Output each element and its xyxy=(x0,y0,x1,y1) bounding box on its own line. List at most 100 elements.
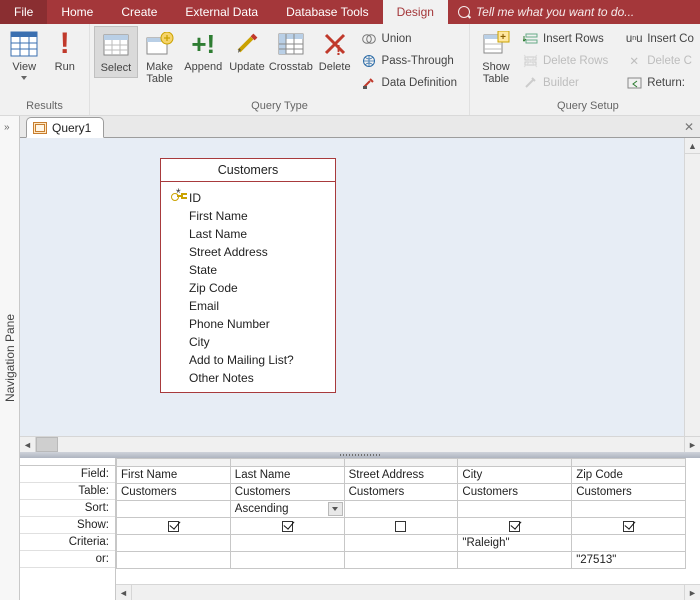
maketable-button[interactable]: Make Table xyxy=(138,26,182,88)
column-selector[interactable] xyxy=(117,459,231,467)
tellme-box[interactable]: Tell me what you want to do... xyxy=(448,0,700,24)
checkbox[interactable] xyxy=(282,521,293,532)
view-button[interactable]: View xyxy=(4,26,45,83)
table-field-item[interactable]: Street Address xyxy=(161,243,335,261)
column-selector[interactable] xyxy=(458,459,572,467)
checkbox[interactable] xyxy=(623,521,634,532)
update-button[interactable]: Update xyxy=(225,26,269,76)
select-query-button[interactable]: Select xyxy=(94,26,138,78)
tab-external-data[interactable]: External Data xyxy=(171,0,272,24)
checkbox[interactable] xyxy=(509,521,520,532)
ribbon-group-querytype: Select Make Table +! Append Update Cross… xyxy=(90,24,470,115)
scroll-right-icon[interactable]: ► xyxy=(684,437,700,452)
group-label-querysetup: Query Setup xyxy=(470,98,700,115)
scroll-up-icon[interactable]: ▲ xyxy=(685,138,700,154)
table-field-item[interactable]: Add to Mailing List? xyxy=(161,351,335,369)
table-field-item[interactable]: Phone Number xyxy=(161,315,335,333)
ribbon-group-querysetup: + Show Table Insert Rows Delete Rows Bui… xyxy=(470,24,700,115)
insert-rows-button[interactable]: Insert Rows xyxy=(520,28,610,49)
delete-cols-button[interactable]: ✕Delete C xyxy=(624,50,696,71)
dropdown-icon[interactable] xyxy=(328,502,343,516)
cell-sort[interactable] xyxy=(458,501,572,518)
cols-stack: unuInsert Co ✕Delete C Return: xyxy=(616,26,700,93)
cell-criteria[interactable]: "Raleigh" xyxy=(458,535,572,552)
query-icon xyxy=(33,122,47,134)
column-selector[interactable] xyxy=(572,459,686,467)
crosstab-button[interactable]: Crosstab xyxy=(269,26,313,76)
table-box-customers[interactable]: Customers IDFirst NameLast NameStreet Ad… xyxy=(160,158,336,393)
cell-show[interactable] xyxy=(117,518,231,535)
cell-criteria[interactable] xyxy=(230,535,344,552)
table-field-item[interactable]: Last Name xyxy=(161,225,335,243)
cell-or[interactable] xyxy=(458,552,572,569)
datadef-button[interactable]: Data Definition xyxy=(359,72,459,93)
cell-table[interactable]: Customers xyxy=(572,484,686,501)
tab-design[interactable]: Design xyxy=(383,0,448,24)
append-label: Append xyxy=(184,61,222,73)
run-button[interactable]: ! Run xyxy=(45,26,86,76)
svg-text:!: ! xyxy=(336,42,341,57)
return-button[interactable]: Return: xyxy=(624,72,696,93)
cell-field[interactable]: Last Name xyxy=(230,467,344,484)
document-tab-query1[interactable]: Query1 xyxy=(26,117,104,138)
cell-table[interactable]: Customers xyxy=(458,484,572,501)
cell-show[interactable] xyxy=(572,518,686,535)
table-field-item[interactable]: State xyxy=(161,261,335,279)
delete-query-button[interactable]: ! Delete xyxy=(313,26,357,76)
union-button[interactable]: Union xyxy=(359,28,459,49)
showtable-button[interactable]: + Show Table xyxy=(474,26,518,88)
tab-database-tools[interactable]: Database Tools xyxy=(272,0,383,24)
passthrough-button[interactable]: Pass-Through xyxy=(359,50,459,71)
cell-sort[interactable]: Ascending xyxy=(230,501,344,518)
cell-table[interactable]: Customers xyxy=(117,484,231,501)
cell-or[interactable] xyxy=(117,552,231,569)
cell-show[interactable] xyxy=(230,518,344,535)
cell-sort[interactable] xyxy=(572,501,686,518)
navigation-pane-shutter[interactable]: » Navigation Pane xyxy=(0,116,20,600)
cell-criteria[interactable] xyxy=(117,535,231,552)
horizontal-scrollbar-grid[interactable]: ◄ ► xyxy=(116,584,700,600)
cell-field[interactable]: Zip Code xyxy=(572,467,686,484)
table-field-item[interactable]: City xyxy=(161,333,335,351)
table-field-item[interactable]: ID xyxy=(161,189,335,207)
horizontal-scrollbar-upper[interactable]: ◄ ► xyxy=(20,436,700,452)
table-field-item[interactable]: Zip Code xyxy=(161,279,335,297)
table-field-item[interactable]: Other Notes xyxy=(161,369,335,387)
cell-criteria[interactable] xyxy=(572,535,686,552)
cell-or[interactable]: "27513" xyxy=(572,552,686,569)
builder-button[interactable]: Builder xyxy=(520,72,610,93)
close-icon[interactable]: ✕ xyxy=(684,120,694,134)
tab-file[interactable]: File xyxy=(0,0,47,24)
column-selector[interactable] xyxy=(230,459,344,467)
cell-field[interactable]: Street Address xyxy=(344,467,458,484)
scroll-left-icon[interactable]: ◄ xyxy=(20,437,36,452)
scroll-right-icon[interactable]: ► xyxy=(684,585,700,600)
checkbox[interactable] xyxy=(395,521,406,532)
cell-table[interactable]: Customers xyxy=(344,484,458,501)
scroll-left-icon[interactable]: ◄ xyxy=(116,585,132,600)
vertical-scrollbar[interactable]: ▲ ▼ xyxy=(684,138,700,452)
cell-sort[interactable] xyxy=(117,501,231,518)
delete-label: Delete xyxy=(319,61,351,73)
delete-rows-button[interactable]: Delete Rows xyxy=(520,50,610,71)
table-field-item[interactable]: Email xyxy=(161,297,335,315)
append-button[interactable]: +! Append xyxy=(181,26,225,76)
table-field-item[interactable]: First Name xyxy=(161,207,335,225)
cell-field[interactable]: First Name xyxy=(117,467,231,484)
cell-show[interactable] xyxy=(344,518,458,535)
tab-create[interactable]: Create xyxy=(107,0,171,24)
rowlabel-sort: Sort: xyxy=(20,500,115,517)
tab-home[interactable]: Home xyxy=(47,0,107,24)
cell-sort[interactable] xyxy=(344,501,458,518)
cell-table[interactable]: Customers xyxy=(230,484,344,501)
cell-criteria[interactable] xyxy=(344,535,458,552)
insert-cols-button[interactable]: unuInsert Co xyxy=(624,28,696,49)
cell-or[interactable] xyxy=(344,552,458,569)
scroll-thumb[interactable] xyxy=(36,437,58,452)
column-selector[interactable] xyxy=(344,459,458,467)
cell-show[interactable] xyxy=(458,518,572,535)
checkbox[interactable] xyxy=(168,521,179,532)
cell-field[interactable]: City xyxy=(458,467,572,484)
table-diagram-pane[interactable]: Customers IDFirst NameLast NameStreet Ad… xyxy=(20,138,700,452)
cell-or[interactable] xyxy=(230,552,344,569)
